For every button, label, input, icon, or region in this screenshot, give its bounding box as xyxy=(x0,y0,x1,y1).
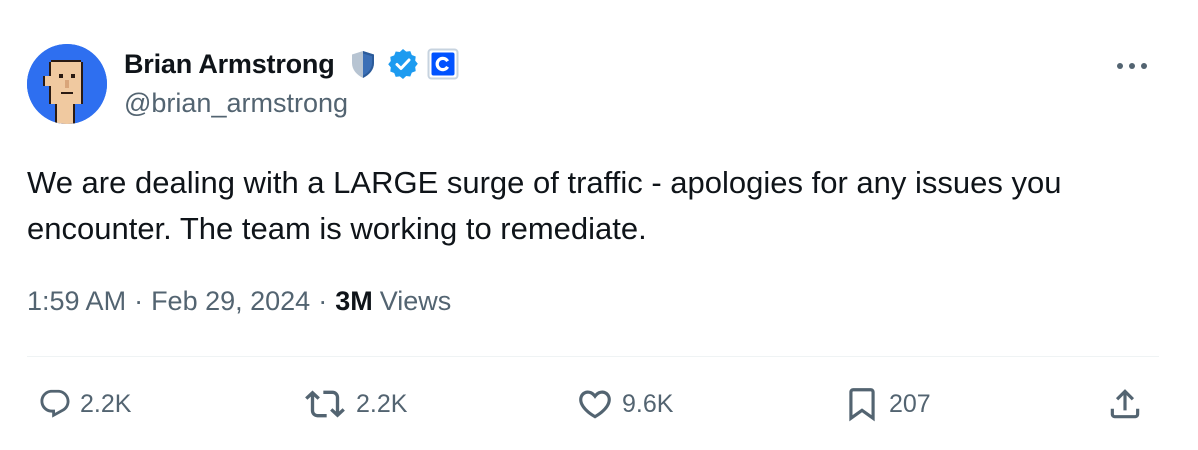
reply-button[interactable]: 2.2K xyxy=(38,384,131,424)
meta-separator: · xyxy=(134,286,144,316)
pixel-face-icon xyxy=(27,44,107,124)
avatar[interactable] xyxy=(27,44,107,124)
verified-badge-icon[interactable] xyxy=(387,48,419,80)
bookmark-icon xyxy=(849,388,875,422)
meta-separator: · xyxy=(318,286,328,316)
retweet-count: 2.2K xyxy=(356,389,408,418)
more-icon xyxy=(1117,63,1147,69)
author-handle[interactable]: @brian_armstrong xyxy=(124,88,348,119)
coinbase-affiliate-badge-icon[interactable] xyxy=(427,48,459,80)
views-label[interactable]: Views xyxy=(380,286,452,317)
tweet-time[interactable]: 1:59 AM xyxy=(27,286,126,317)
bookmark-button[interactable]: 207 xyxy=(843,384,931,424)
views-count[interactable]: 3M xyxy=(335,286,373,317)
bookmark-count: 207 xyxy=(889,389,931,418)
divider xyxy=(27,356,1159,357)
reply-icon xyxy=(40,389,70,418)
tweet-meta: 1:59 AM · Feb 29, 2024 · 3M Views xyxy=(27,286,451,317)
like-count: 9.6K xyxy=(622,389,674,418)
author-name-row: Brian Armstrong xyxy=(124,46,459,82)
reply-count: 2.2K xyxy=(80,389,132,418)
heart-icon xyxy=(579,390,611,419)
retweet-icon xyxy=(305,390,345,418)
share-icon xyxy=(1110,389,1140,419)
shield-badge-icon[interactable] xyxy=(347,48,379,80)
like-button[interactable]: 9.6K xyxy=(576,384,673,424)
author-display-name[interactable]: Brian Armstrong xyxy=(124,49,335,80)
share-button[interactable] xyxy=(1106,384,1144,424)
tweet-date[interactable]: Feb 29, 2024 xyxy=(151,286,310,317)
tweet-text: We are dealing with a LARGE surge of tra… xyxy=(27,165,1062,246)
retweet-button[interactable]: 2.2K xyxy=(302,384,407,424)
more-button[interactable] xyxy=(1112,54,1152,78)
